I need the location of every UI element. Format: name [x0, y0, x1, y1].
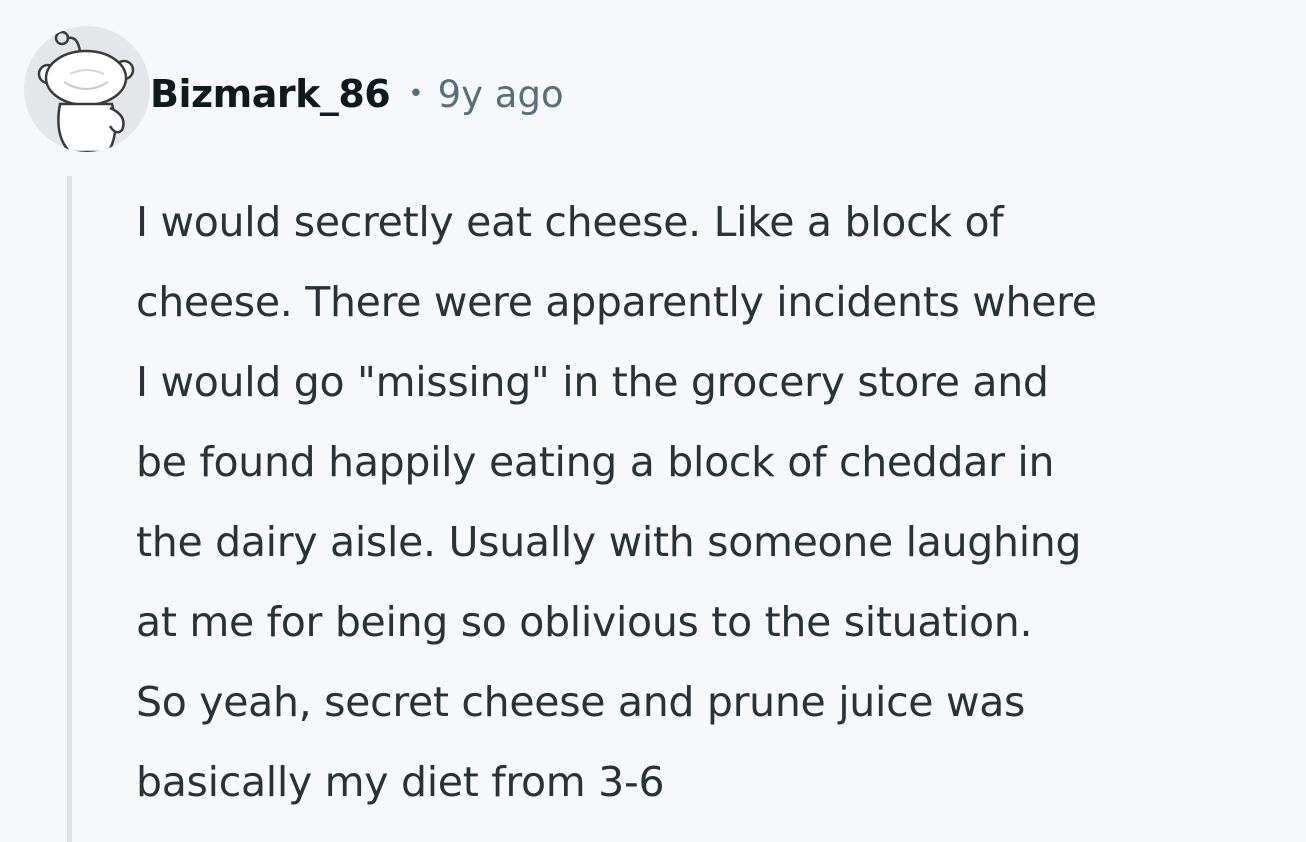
comment-body-line: at me for being so oblivious to the situ…: [136, 598, 1033, 646]
comment-timestamp[interactable]: 9y ago: [438, 73, 564, 116]
comment-body-line: be found happily eating a block of chedd…: [136, 438, 1055, 486]
meta-separator: •: [408, 79, 424, 109]
author-username[interactable]: Bizmark_86: [150, 72, 391, 116]
snoo-avatar-icon: [37, 30, 135, 152]
comment-header: Bizmark_86 • 9y ago: [150, 64, 564, 124]
comment-body: I would secretly eat cheese. Like a bloc…: [136, 182, 1296, 822]
comment-body-line: So yeah, secret cheese and prune juice w…: [136, 678, 1026, 726]
comment-body-line: I would go "missing" in the grocery stor…: [136, 358, 1049, 406]
comment-body-line: I would secretly eat cheese. Like a bloc…: [136, 198, 1004, 246]
comment: Bizmark_86 • 9y ago I would secretly eat…: [0, 0, 1306, 842]
comment-body-line: basically my diet from 3-6: [136, 758, 665, 806]
thread-line[interactable]: [67, 176, 72, 842]
avatar[interactable]: [24, 26, 150, 152]
comment-body-line: cheese. There were apparently incidents …: [136, 278, 1097, 326]
comment-body-line: the dairy aisle. Usually with someone la…: [136, 518, 1082, 566]
